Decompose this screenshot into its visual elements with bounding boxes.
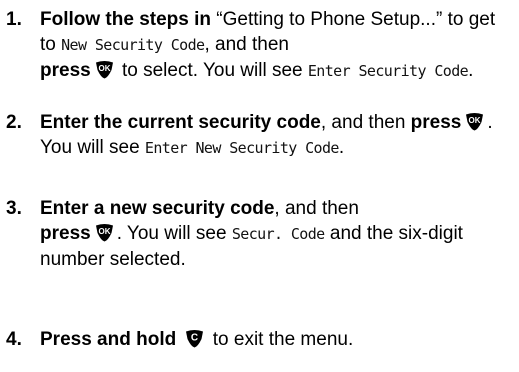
display-text: Secur. Code xyxy=(231,225,325,243)
step-action: Enter a new security code xyxy=(40,198,275,219)
ok-key-label: OK xyxy=(98,64,110,73)
step-action: press xyxy=(40,60,91,81)
display-text: New Security Code xyxy=(61,36,205,54)
step-body: . xyxy=(468,60,474,81)
ok-key-icon: OK xyxy=(94,60,115,79)
step-body: , and then xyxy=(204,34,289,55)
step-text: Enter a new security code, and then pres… xyxy=(40,196,515,272)
step-body: to select. You will see xyxy=(116,60,308,81)
display-text: Enter New Security Code xyxy=(144,139,340,157)
ok-key-label: OK xyxy=(98,227,110,236)
ok-key-icon: OK xyxy=(464,112,485,131)
display-text: Enter Security Code xyxy=(307,62,469,80)
step-action: Press and hold xyxy=(40,329,177,350)
step-text: Follow the steps in “Getting to Phone Se… xyxy=(40,7,515,84)
step-body: , and then xyxy=(274,198,359,219)
ok-key-label: OK xyxy=(469,116,481,125)
step-number: 2. xyxy=(6,112,22,133)
step-number: 1. xyxy=(6,9,22,30)
step-text: Press and hold C to exit the menu. xyxy=(40,327,515,352)
clear-key-label: C xyxy=(191,333,198,344)
step-body: , and then xyxy=(320,112,411,133)
ok-key-icon: OK xyxy=(94,223,115,242)
step-action: Follow the steps in xyxy=(40,9,212,30)
step-body: to exit the menu. xyxy=(207,329,354,350)
step-text: Enter the current security code, and the… xyxy=(40,110,515,161)
step-body: . You will see xyxy=(116,223,232,244)
step-number: 3. xyxy=(6,198,22,219)
step-number: 4. xyxy=(6,329,22,350)
step-action: press xyxy=(410,112,462,133)
step-action: press xyxy=(40,223,91,244)
step-body: . xyxy=(338,137,345,158)
clear-key-icon: C xyxy=(184,329,205,348)
step-action: Enter the current security code xyxy=(40,112,321,133)
